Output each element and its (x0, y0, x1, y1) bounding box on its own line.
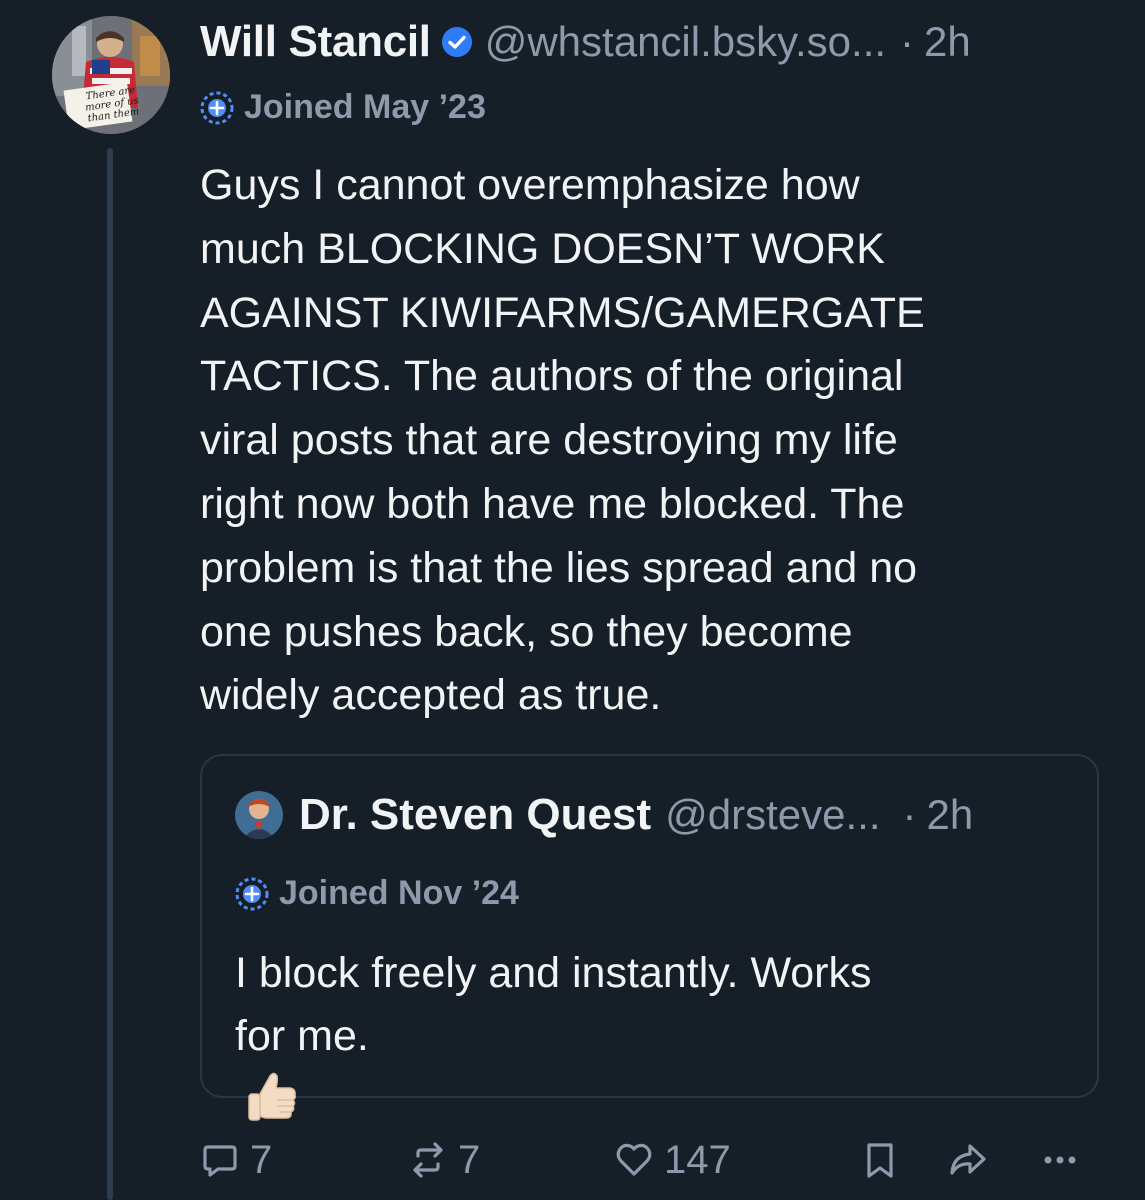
post-actions-bar: 7 7 147 (200, 1130, 1100, 1190)
post: There are more of us than them Will Stan… (0, 0, 1145, 1200)
author-joined: Joined May ’23 (200, 88, 486, 127)
quoted-author-avatar[interactable] (235, 791, 283, 839)
bookmark-icon (867, 1143, 893, 1178)
new-user-badge-icon (200, 91, 234, 124)
more-dots-icon (1044, 1156, 1076, 1164)
like-button[interactable]: 147 (614, 1130, 731, 1190)
author-avatar[interactable]: There are more of us than them (52, 16, 170, 134)
quoted-post-header: Dr. Steven Quest @drsteve... · 2h (235, 790, 973, 840)
post-body-line: viral posts that are destroying my life (200, 416, 898, 465)
repost-count: 7 (458, 1137, 481, 1182)
bookmark-button[interactable] (860, 1130, 900, 1190)
reply-icon (203, 1145, 237, 1177)
repost-icon (413, 1142, 443, 1178)
quoted-post-body-line-last: for me. (235, 1005, 1075, 1126)
post-body-line: one pushes back, so they become (200, 607, 853, 656)
repost-button[interactable]: 7 (408, 1130, 480, 1190)
quoted-post-timestamp: 2h (926, 791, 974, 838)
quoted-author-joined: Joined Nov ’24 (235, 874, 519, 913)
post-body-line: right now both have me blocked. The (200, 479, 905, 528)
quoted-author-display-name[interactable]: Dr. Steven Quest (299, 790, 651, 840)
joined-label: Joined Nov ’24 (279, 874, 519, 912)
joined-label: Joined May ’23 (244, 88, 486, 126)
more-options-button[interactable] (1040, 1130, 1080, 1190)
post-body-line: much BLOCKING DOESN’T WORK (200, 224, 885, 273)
post-body-line: TACTICS. The authors of the original (200, 352, 904, 401)
quoted-author-handle[interactable]: @drsteve... (665, 791, 880, 839)
reply-count: 7 (250, 1137, 273, 1182)
author-handle[interactable]: @whstancil.bsky.so... (485, 18, 886, 66)
post-body: Guys I cannot overemphasize how much BLO… (200, 154, 1100, 728)
quoted-post-body-line: for me. (235, 1012, 369, 1060)
verified-check-icon[interactable] (441, 26, 473, 58)
quoted-post-card[interactable]: Dr. Steven Quest @drsteve... · 2h Joined… (200, 754, 1099, 1121)
thumbs-up-icon (243, 1068, 301, 1126)
author-display-name[interactable]: Will Stancil (200, 17, 431, 67)
heart-icon (616, 1143, 652, 1176)
post-timestamp[interactable]: 2h (924, 18, 971, 66)
share-arrow-icon (950, 1144, 986, 1175)
reply-button[interactable]: 7 (200, 1130, 272, 1190)
post-body-line: problem is that the lies spread and no (200, 543, 918, 592)
post-body-line: AGAINST KIWIFARMS/GAMERGATE (200, 288, 925, 337)
thread-line (107, 148, 113, 1200)
quoted-post-body: I block freely and instantly. Works for … (235, 942, 1075, 1126)
post-body-line: widely accepted as true. (200, 671, 662, 720)
post-header: Will Stancil @whstancil.bsky.so... · 2h (200, 14, 971, 70)
like-count: 147 (664, 1137, 731, 1182)
separator-dot: · (900, 18, 915, 65)
separator-dot: · (902, 791, 917, 838)
share-button[interactable] (948, 1130, 988, 1190)
new-user-badge-icon (235, 877, 269, 910)
quoted-post-body-line: I block freely and instantly. Works (235, 949, 872, 997)
post-body-line: Guys I cannot overemphasize how (200, 161, 860, 209)
